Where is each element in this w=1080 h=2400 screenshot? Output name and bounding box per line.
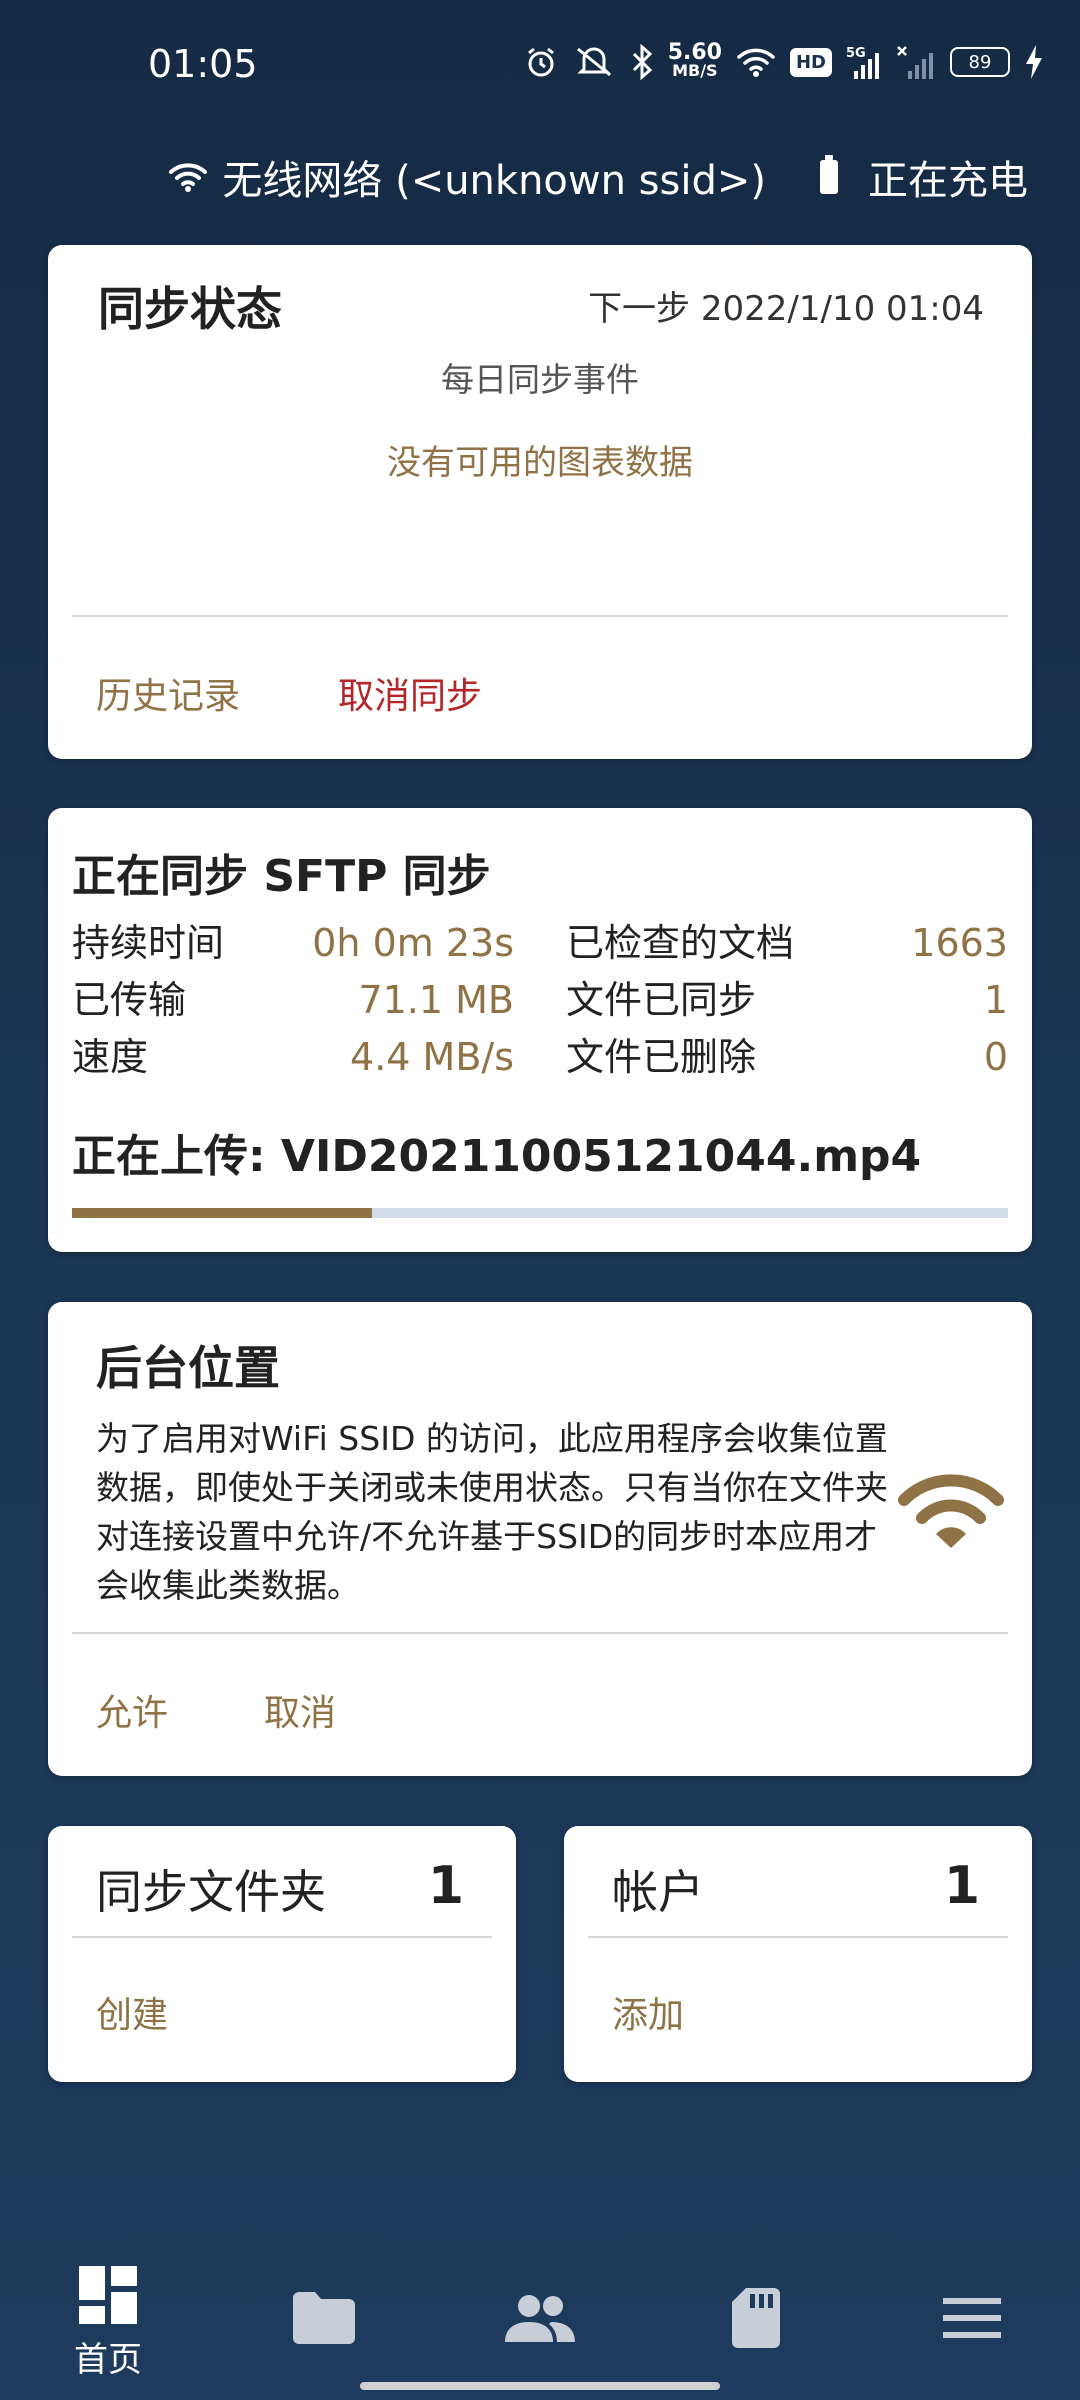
divider <box>588 1936 1008 1938</box>
create-folder-button[interactable]: 创建 <box>96 1986 168 2038</box>
background-location-title: 后台位置 <box>96 1341 280 1395</box>
chart-subtitle: 每日同步事件 <box>441 360 639 399</box>
divider <box>72 615 1008 617</box>
sync-status-title: 同步状态 <box>98 282 282 336</box>
stat-label: 已传输 <box>72 978 187 1022</box>
next-sync-time: 下一步 2022/1/10 01:04 <box>588 289 984 329</box>
hd-icon: HD <box>789 47 832 77</box>
bluetooth-icon <box>632 44 652 80</box>
stat-transferred: 已传输 71.1 MB <box>72 975 514 1025</box>
bottom-nav: 首页 <box>0 2250 1080 2400</box>
charging-icon <box>1026 45 1042 79</box>
nav-menu[interactable] <box>912 2298 1032 2338</box>
charging-status-text: 正在充电 <box>868 158 1028 204</box>
stat-label: 持续时间 <box>72 921 225 965</box>
status-icons: 5.60 MB/S HD 5G 89 <box>524 40 1044 80</box>
signal-icon: 5G <box>846 46 879 79</box>
wifi-icon <box>737 48 775 77</box>
divider <box>72 1936 492 1938</box>
nav-home-label: 首页 <box>74 2340 142 2380</box>
stat-duration: 持续时间 0h 0m 23s <box>72 918 514 968</box>
network-speed: 5.60 MB/S <box>667 40 722 80</box>
upload-progress-fill <box>72 1208 372 1218</box>
stat-label: 文件已删除 <box>566 1035 757 1079</box>
sd-card-icon <box>732 2288 780 2348</box>
add-account-button[interactable]: 添加 <box>612 1986 684 2038</box>
people-icon <box>505 2295 575 2342</box>
clock: 01:05 <box>148 42 258 86</box>
stat-deleted: 文件已删除 0 <box>566 1032 1008 1082</box>
stat-value: 4.4 MB/s <box>350 1035 514 1079</box>
cancel-sync-button[interactable]: 取消同步 <box>338 667 482 719</box>
sync-progress-card: 正在同步 SFTP 同步 持续时间 0h 0m 23s 已传输 71.1 MB … <box>48 808 1032 1252</box>
stat-checked: 已检查的文档 1663 <box>566 918 1008 968</box>
stat-value: 0h 0m 23s <box>312 921 514 965</box>
stat-speed: 速度 4.4 MB/s <box>72 1032 514 1082</box>
cancel-button[interactable]: 取消 <box>264 1684 336 1736</box>
current-upload: 正在上传: VID20211005121044.mp4 <box>72 1131 922 1182</box>
sync-progress-title: 正在同步 SFTP 同步 <box>72 851 491 902</box>
connection-status: 无线网络 (<unknown ssid>) 正在充电 <box>168 148 1028 206</box>
svg-text:5G: 5G <box>846 46 866 61</box>
upload-progress-bar <box>72 1208 1008 1218</box>
status-bar: 01:05 5.60 MB/S HD 5G 89 <box>0 0 1080 135</box>
nav-accounts[interactable] <box>480 2294 600 2342</box>
no-chart-data: 没有可用的图表数据 <box>387 443 693 483</box>
background-location-card: 后台位置 为了启用对WiFi SSID 的访问，此应用程序会收集位置数据，即使处… <box>48 1302 1032 1776</box>
stat-value: 71.1 MB <box>358 978 514 1022</box>
sync-status-card: 同步状态 下一步 2022/1/10 01:04 每日同步事件 没有可用的图表数… <box>48 245 1032 759</box>
stat-synced: 文件已同步 1 <box>566 975 1008 1025</box>
nav-home[interactable]: 首页 <box>48 2266 168 2381</box>
history-button[interactable]: 历史记录 <box>96 667 240 719</box>
battery-status-icon <box>820 155 838 194</box>
stat-value: 1663 <box>911 921 1008 965</box>
sync-folders-label: 同步文件夹 <box>96 1865 326 1919</box>
sync-folders-card[interactable]: 同步文件夹 1 创建 <box>48 1826 516 2082</box>
divider <box>72 1632 1008 1634</box>
wifi-status-text: 无线网络 (<unknown ssid>) <box>222 158 766 204</box>
stat-label: 速度 <box>72 1035 149 1079</box>
accounts-count: 1 <box>943 1856 980 1916</box>
no-signal-icon <box>897 46 933 79</box>
speed-value: 5.60 <box>667 40 722 65</box>
accounts-card[interactable]: 帐户 1 添加 <box>564 1826 1032 2082</box>
stat-value: 0 <box>983 1035 1008 1079</box>
background-location-description: 为了启用对WiFi SSID 的访问，此应用程序会收集位置数据，即使处于关闭或未… <box>96 1419 888 1605</box>
stat-label: 文件已同步 <box>566 978 757 1022</box>
mute-icon <box>576 47 611 77</box>
stat-value: 1 <box>983 978 1008 1022</box>
accounts-label: 帐户 <box>612 1865 704 1919</box>
home-indicator[interactable] <box>360 2382 720 2390</box>
home-icon <box>79 2266 137 2324</box>
wifi-icon <box>898 1474 1004 1548</box>
speed-unit: MB/S <box>672 61 718 80</box>
allow-button[interactable]: 允许 <box>96 1684 168 1736</box>
sync-folders-count: 1 <box>427 1856 464 1916</box>
folder-icon <box>293 2292 355 2344</box>
nav-storage[interactable] <box>696 2288 816 2348</box>
stat-label: 已检查的文档 <box>566 921 795 965</box>
wifi-status-icon <box>169 163 208 192</box>
battery-icon: 89 <box>950 47 1010 77</box>
alarm-icon <box>527 47 554 77</box>
nav-folders[interactable] <box>264 2292 384 2344</box>
menu-icon <box>943 2298 1001 2338</box>
